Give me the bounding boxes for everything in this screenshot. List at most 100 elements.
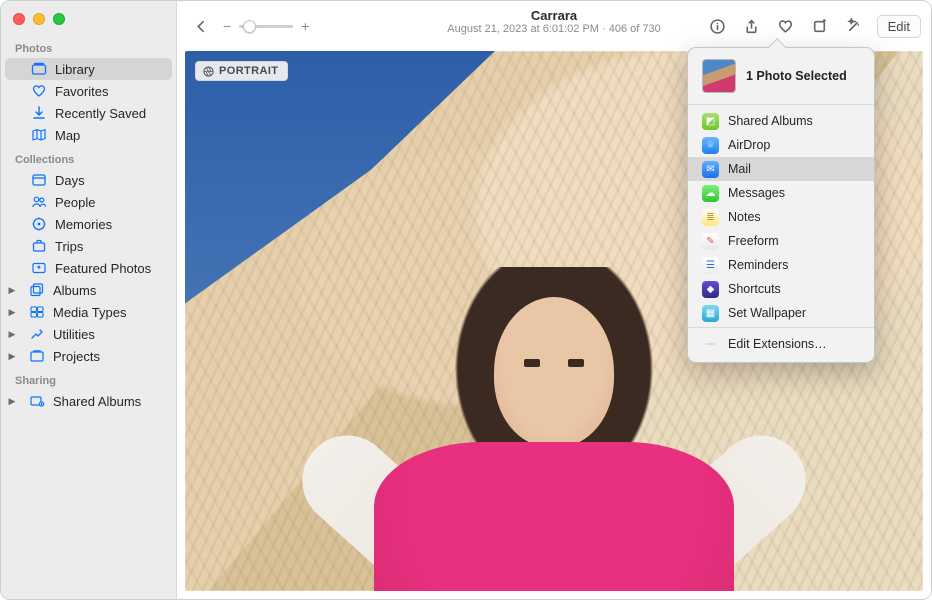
popover-title: 1 Photo Selected — [746, 69, 847, 83]
toolbar-title-area: Carrara August 21, 2023 at 6:01:02 PM · … — [447, 8, 660, 36]
popover-separator — [688, 104, 874, 105]
sparkle-icon — [31, 260, 47, 276]
sidebar-item-label: Trips — [55, 239, 83, 254]
favorite-button[interactable] — [771, 13, 801, 39]
zoom-knob[interactable] — [243, 20, 256, 33]
sidebar-item-library[interactable]: Library — [5, 58, 172, 80]
share-option-mail[interactable]: ✉ Mail — [688, 157, 874, 181]
page-subtitle: August 21, 2023 at 6:01:02 PM · 406 of 7… — [447, 23, 660, 36]
library-icon — [31, 61, 47, 77]
chevron-right-icon[interactable]: ▶ — [7, 351, 17, 362]
info-button[interactable] — [703, 13, 733, 39]
messages-app-icon: ☁ — [702, 185, 719, 202]
projects-icon — [29, 348, 45, 364]
sidebar-item-map[interactable]: Map — [5, 124, 172, 146]
sidebar-item-featured-photos[interactable]: Featured Photos — [5, 257, 172, 279]
sidebar-item-shared-albums[interactable]: ▶ Shared Albums — [5, 390, 172, 412]
share-option-airdrop[interactable]: ⌾ AirDrop — [688, 133, 874, 157]
sidebar-item-label: Projects — [53, 349, 100, 364]
heart-icon — [31, 83, 47, 99]
shared-albums-app-icon: ◩ — [702, 113, 719, 130]
zoom-out-icon[interactable]: − — [223, 18, 231, 34]
rotate-button[interactable] — [805, 13, 835, 39]
share-option-freeform[interactable]: ✎ Freeform — [688, 229, 874, 253]
sidebar-item-label: People — [55, 195, 95, 210]
selection-thumbnail — [702, 59, 736, 93]
sidebar-section-photos: Photos — [1, 35, 176, 58]
mail-app-icon: ✉ — [702, 161, 719, 178]
share-option-label: AirDrop — [728, 138, 770, 152]
sidebar-item-utilities[interactable]: ▶ Utilities — [5, 323, 172, 345]
sidebar-item-days[interactable]: Days — [5, 169, 172, 191]
share-option-set-wallpaper[interactable]: ▦ Set Wallpaper — [688, 301, 874, 325]
sidebar-item-recently-saved[interactable]: Recently Saved — [5, 102, 172, 124]
sidebar-item-label: Favorites — [55, 84, 108, 99]
fullscreen-window-button[interactable] — [53, 13, 65, 25]
zoom-track[interactable] — [239, 25, 293, 28]
mediatypes-icon — [29, 304, 45, 320]
zoom-slider[interactable]: − + — [223, 18, 309, 34]
map-icon — [31, 127, 47, 143]
back-button[interactable] — [187, 13, 215, 39]
window-controls — [1, 1, 176, 35]
memories-icon — [31, 216, 47, 232]
sidebar-item-label: Memories — [55, 217, 112, 232]
page-title: Carrara — [447, 8, 660, 23]
reminders-app-icon: ☰ — [702, 257, 719, 274]
chevron-right-icon[interactable]: ▶ — [7, 307, 17, 318]
sidebar-item-label: Recently Saved — [55, 106, 146, 121]
sidebar-item-label: Days — [55, 173, 85, 188]
share-option-reminders[interactable]: ☰ Reminders — [688, 253, 874, 277]
notes-app-icon: ≣ — [702, 209, 719, 226]
sidebar-item-label: Map — [55, 128, 80, 143]
share-option-shortcuts[interactable]: ◆ Shortcuts — [688, 277, 874, 301]
share-popover: 1 Photo Selected ◩ Shared Albums ⌾ AirDr… — [687, 47, 875, 363]
toolbar-right: Edit — [703, 13, 921, 39]
popover-separator — [688, 327, 874, 328]
edit-button[interactable]: Edit — [877, 15, 921, 38]
sidebar-item-people[interactable]: People — [5, 191, 172, 213]
calendar-icon — [31, 172, 47, 188]
share-option-messages[interactable]: ☁ Messages — [688, 181, 874, 205]
share-edit-extensions[interactable]: ⋯ Edit Extensions… — [688, 332, 874, 356]
share-option-label: Freeform — [728, 234, 779, 248]
extensions-icon: ⋯ — [702, 336, 719, 353]
shared-albums-icon — [29, 393, 45, 409]
zoom-in-icon[interactable]: + — [301, 18, 309, 34]
portrait-badge: PORTRAIT — [195, 61, 288, 81]
sidebar-item-memories[interactable]: Memories — [5, 213, 172, 235]
chevron-right-icon[interactable]: ▶ — [7, 396, 17, 407]
sidebar: Photos Library Favorites Recently Saved … — [1, 1, 177, 599]
sidebar-section-collections: Collections — [1, 146, 176, 169]
albums-icon — [29, 282, 45, 298]
download-icon — [31, 105, 47, 121]
sidebar-item-media-types[interactable]: ▶ Media Types — [5, 301, 172, 323]
share-option-notes[interactable]: ≣ Notes — [688, 205, 874, 229]
chevron-right-icon[interactable]: ▶ — [7, 285, 17, 296]
sidebar-item-favorites[interactable]: Favorites — [5, 80, 172, 102]
sidebar-item-label: Media Types — [53, 305, 126, 320]
airdrop-app-icon: ⌾ — [702, 137, 719, 154]
share-option-label: Messages — [728, 186, 785, 200]
people-icon — [31, 194, 47, 210]
share-button[interactable] — [737, 13, 767, 39]
close-window-button[interactable] — [13, 13, 25, 25]
toolbar-left: − + — [187, 13, 309, 39]
sidebar-item-label: Library — [55, 62, 95, 77]
badge-label: PORTRAIT — [219, 65, 278, 77]
sidebar-section-sharing: Sharing — [1, 367, 176, 390]
sidebar-item-albums[interactable]: ▶ Albums — [5, 279, 172, 301]
minimize-window-button[interactable] — [33, 13, 45, 25]
utilities-icon — [29, 326, 45, 342]
auto-enhance-button[interactable] — [839, 13, 869, 39]
chevron-right-icon[interactable]: ▶ — [7, 329, 17, 340]
share-option-shared-albums[interactable]: ◩ Shared Albums — [688, 109, 874, 133]
sidebar-item-trips[interactable]: Trips — [5, 235, 172, 257]
sidebar-item-projects[interactable]: ▶ Projects — [5, 345, 172, 367]
aperture-icon — [203, 66, 214, 77]
toolbar: − + Carrara August 21, 2023 at 6:01:02 P… — [177, 1, 931, 51]
wallpaper-app-icon: ▦ — [702, 305, 719, 322]
share-option-label: Shortcuts — [728, 282, 781, 296]
sidebar-item-label: Featured Photos — [55, 261, 151, 276]
freeform-app-icon: ✎ — [702, 233, 719, 250]
